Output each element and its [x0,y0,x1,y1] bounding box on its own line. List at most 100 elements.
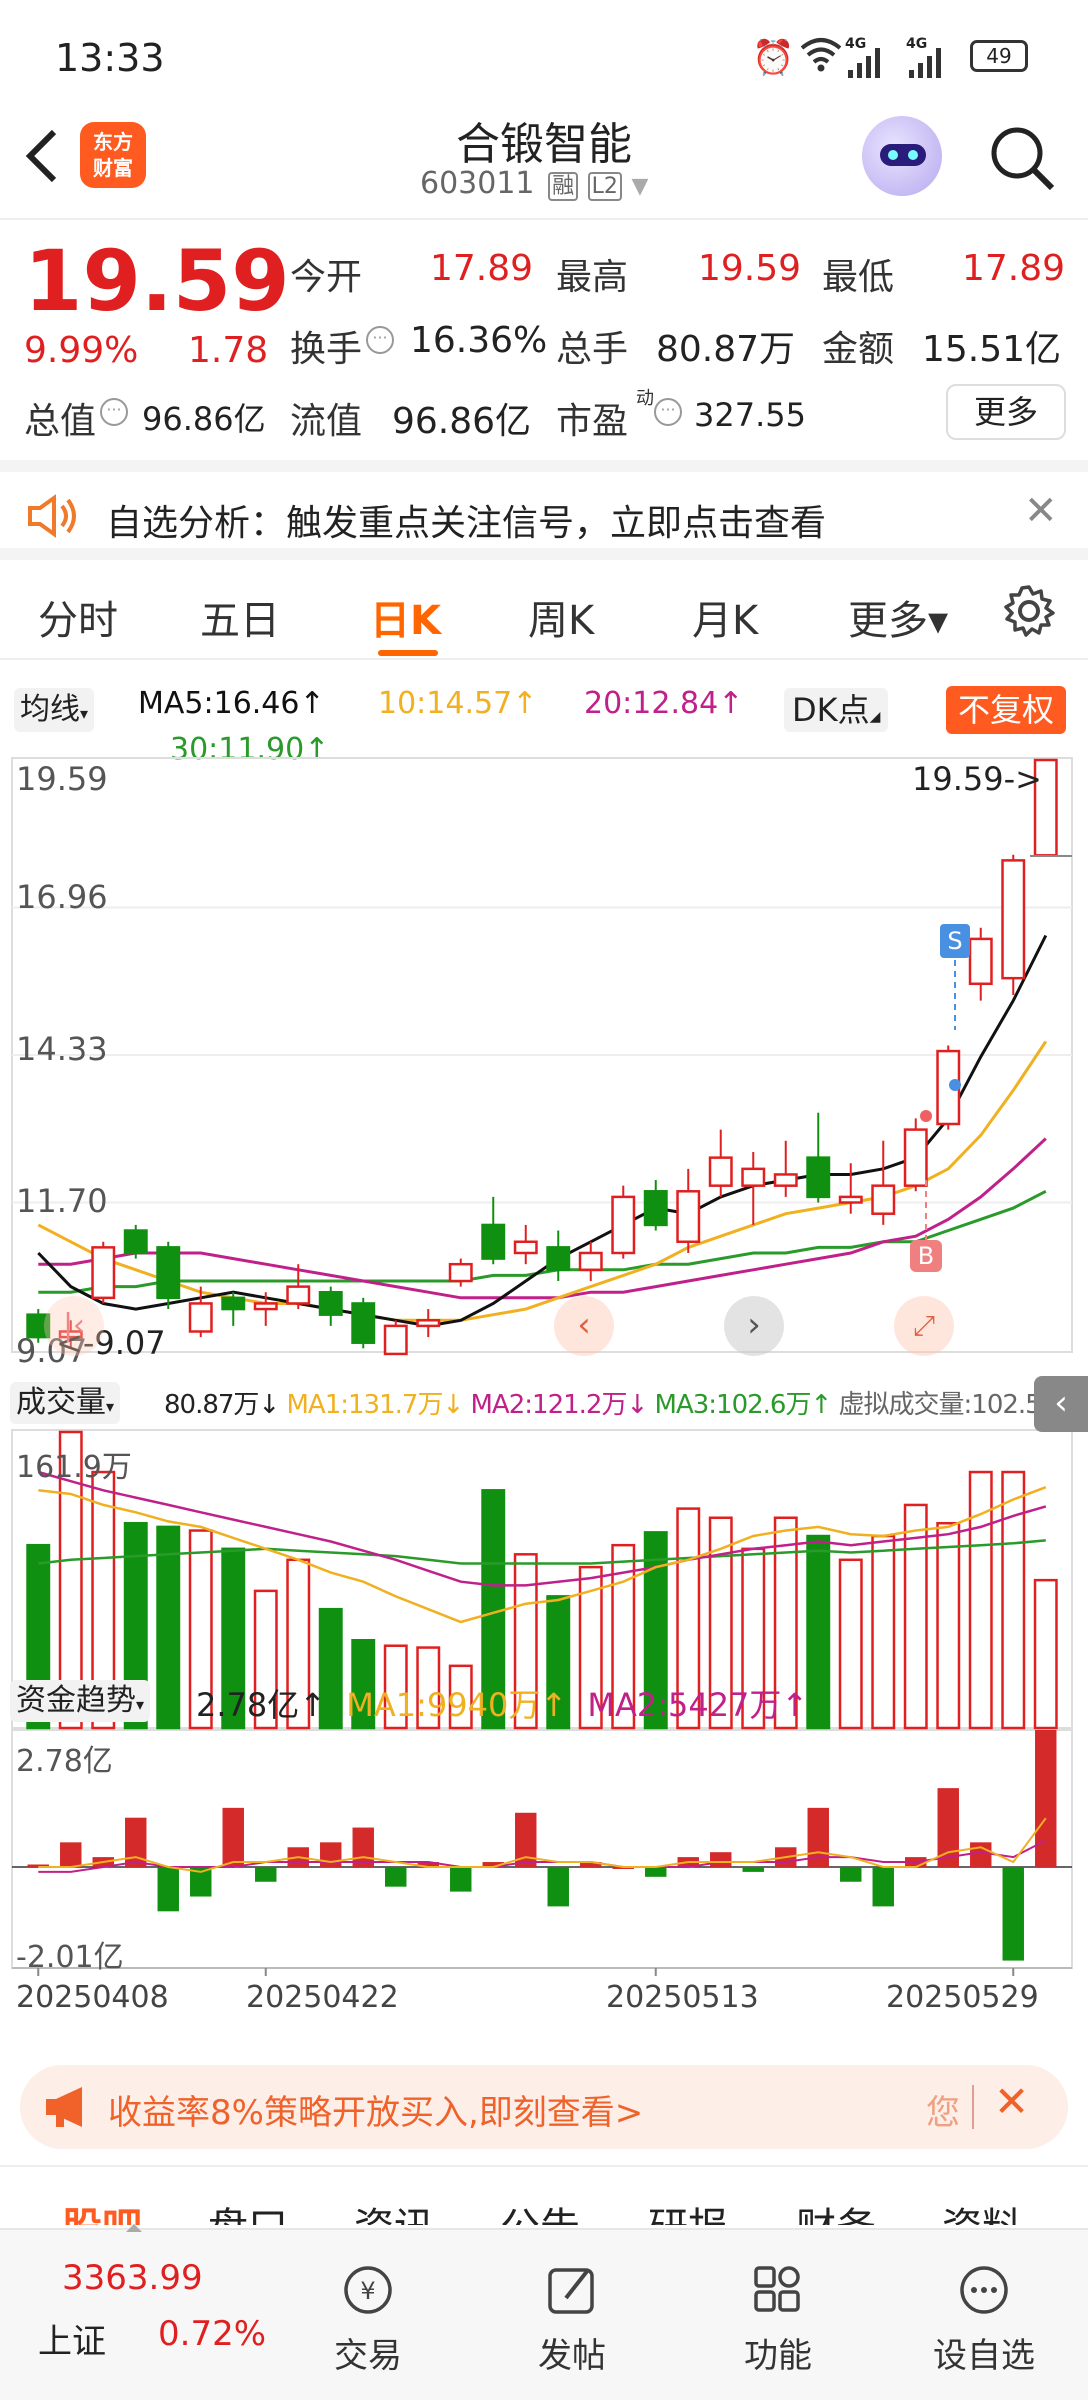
volume-indicator-select[interactable]: 成交量▾ [10,1382,121,1424]
fund-bar [710,1852,732,1867]
change-value: 1.78 [188,330,269,371]
volume-bar [156,1525,181,1730]
candle [351,1297,376,1349]
candle-body [968,937,993,986]
period-tabs: 分时 五日 日K 周K 月K 更多▾ [0,560,1088,660]
more-button[interactable]: 更多 [946,384,1066,440]
info-icon[interactable]: ··· [366,326,394,354]
candle [903,1118,928,1192]
volume-y-top: 161.9万 [16,1450,132,1485]
margin-badge: 融 [548,172,579,201]
volume-ma1: MA1:131.7万↓ [286,1390,464,1420]
volume-bar [838,1558,863,1730]
search-icon[interactable] [986,122,1058,198]
tab-more[interactable]: 更多▾ [848,588,948,646]
candle-body [156,1246,181,1300]
nav-functions[interactable]: 功能 [718,2260,838,2377]
fund-bar [60,1842,82,1867]
battery-level: 49 [986,44,1012,68]
nav-post[interactable]: 发帖 [512,2260,632,2377]
fund-bar [222,1807,244,1867]
nav-functions-label: 功能 [744,2336,812,2376]
tab-profile[interactable]: 资料 [942,2195,1022,2225]
candle-body [416,1319,441,1328]
tab-weekly-k[interactable]: 周K [528,588,594,646]
tab-research[interactable]: 研报 [648,2195,728,2225]
battery-icon: 49 [970,40,1028,72]
promo-banner[interactable]: 收益率8%策略开放买入,即刻查看> 您 ✕ [20,2065,1068,2149]
scroll-right-icon[interactable]: › [724,1296,784,1356]
candle [838,1163,863,1214]
tab-intraday[interactable]: 分时 [38,588,118,646]
svg-text:¥: ¥ [360,2277,375,2305]
stock-code-row[interactable]: 603011 融 L2 ▼ [420,166,648,201]
tab-announcements[interactable]: 公告 [500,2195,580,2225]
info-icon[interactable]: ··· [654,398,682,426]
collapse-panel-icon[interactable]: ‹ [1034,1376,1088,1432]
candle-body [481,1223,506,1260]
buy-signal-marker[interactable]: B [910,1240,942,1272]
candle [318,1286,343,1326]
fund-indicator-select[interactable]: 资金趋势▾ [10,1680,151,1722]
y-axis-label: 11.70 [16,1182,108,1220]
notice-banner[interactable]: 自选分析：触发重点关注信号，立即点击查看 ✕ [0,460,1088,560]
fund-current: 2.78亿↑ [196,1686,327,1724]
candle-body [578,1251,603,1272]
signal-1-icon [848,46,882,87]
scroll-left-icon[interactable]: ‹ [554,1296,614,1356]
jump-start-icon[interactable]: |‹ [44,1296,104,1356]
candle [481,1196,506,1265]
fund-y-bottom: -2.01亿 [16,1940,124,1975]
nav-add-watchlist-label: 设自选 [933,2336,1035,2376]
candle-body [318,1290,343,1316]
candle-body [611,1195,636,1255]
volume-current: 80.87万↓ [164,1390,280,1420]
tab-order-book[interactable]: 盘口 [208,2195,288,2225]
candle [871,1140,896,1225]
tab-financials[interactable]: 财务 [796,2195,876,2225]
fund-pane-frame [11,1727,1073,1969]
volume-bar [1033,1578,1058,1730]
candle-body [383,1324,408,1356]
high-label: 最高 [556,257,629,298]
candle-body [221,1296,246,1311]
close-icon[interactable]: ✕ [1024,488,1058,534]
pe-label: 市盈 [556,401,629,442]
index-ticker[interactable]: 3363.99 上证 0.72% [20,2230,280,2402]
low-label: 最低 [822,257,895,298]
open-label: 今开 [290,257,363,298]
candle-body [1001,859,1026,980]
tab-monthly-k[interactable]: 月K [692,588,758,646]
more-dots-icon [954,2260,1014,2320]
fullscreen-icon[interactable]: ⤢ [894,1296,954,1356]
nav-trade[interactable]: ¥ 交易 [308,2260,428,2377]
fund-label: 资金趋势 [16,1683,136,1718]
candle-body [286,1285,311,1305]
close-icon[interactable]: ✕ [994,2077,1029,2126]
speaker-icon [26,494,80,542]
pe-superscript: 动 [636,388,654,409]
volume-label: 成交量 [16,1385,106,1420]
candle-body [871,1184,896,1215]
candle [416,1309,441,1338]
tab-forum[interactable]: 股吧 [62,2195,142,2225]
info-icon[interactable]: ··· [100,398,128,426]
sell-signal-marker[interactable]: S [940,924,970,958]
tab-news[interactable]: 资讯 [354,2195,434,2225]
candle [91,1241,116,1304]
settings-gear-icon[interactable] [1002,584,1056,642]
nav-post-label: 发帖 [538,2336,606,2376]
fund-bar [742,1866,764,1872]
fund-bar [970,1842,992,1867]
sell-signal-dot [949,1079,961,1091]
candle-body [903,1128,928,1187]
trade-icon: ¥ [338,2260,398,2320]
edit-icon [542,2260,602,2320]
candle-body [546,1246,571,1272]
stock-code: 603011 [420,166,535,201]
assistant-avatar-icon[interactable] [862,116,942,196]
nav-add-watchlist[interactable]: 设自选 [924,2260,1044,2377]
tab-daily-k[interactable]: 日K [370,588,441,646]
candle-body [448,1262,473,1283]
tab-five-day[interactable]: 五日 [200,588,280,646]
